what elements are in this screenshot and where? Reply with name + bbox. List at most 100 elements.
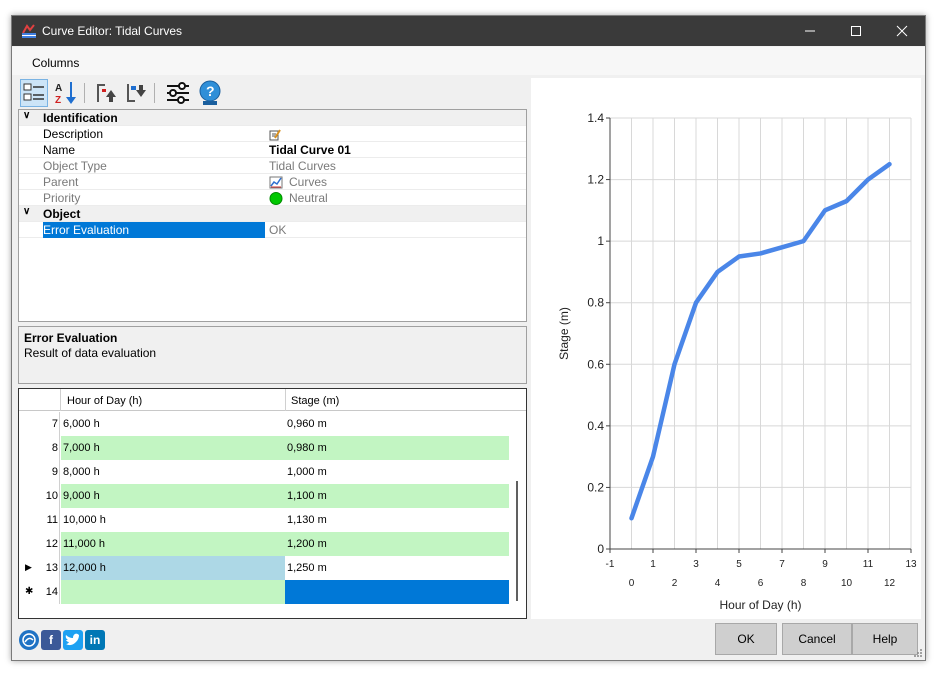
property-row-priority[interactable]: Priority Neutral [19,190,526,206]
table-row-new[interactable]: ✱ 14 [19,580,509,604]
cell-hour[interactable]: 7,000 h [61,436,285,460]
x-tick-label: 3 [693,559,699,570]
title-bar[interactable]: Curve Editor: Tidal Curves [12,16,925,46]
category-label: Identification [43,111,118,125]
maximize-icon [851,26,861,36]
curve-chart-icon [269,176,283,189]
cell-stage[interactable]: 1,200 m [285,532,509,556]
cell-stage[interactable]: 1,000 m [285,460,509,484]
move-down-button[interactable] [122,79,150,107]
category-object[interactable]: ∨ Object [19,206,526,222]
table-row[interactable]: 10 9,000 h 1,100 m [19,484,509,508]
row-header[interactable]: 10 [19,484,60,508]
row-header[interactable]: 12 [19,532,60,556]
row-index: 14 [45,586,58,598]
cell-hour[interactable] [61,580,285,604]
cell-hour[interactable]: 8,000 h [61,460,285,484]
cell-hour[interactable]: 11,000 h [61,532,285,556]
property-description-panel: Error Evaluation Result of data evaluati… [18,326,527,384]
table-row[interactable]: 8 7,000 h 0,980 m [19,436,509,460]
table-row[interactable]: 12 11,000 h 1,200 m [19,532,509,556]
y-tick-label: 0.4 [587,419,604,433]
x-tick-label: 12 [884,578,896,589]
table-row-current[interactable]: ▶ 13 12,000 h 1,250 m [19,556,509,580]
categorized-list-icon [23,83,44,101]
description-title: Error Evaluation [24,331,118,345]
facebook-icon: f [49,633,53,647]
cell-hour[interactable]: 6,000 h [61,412,285,436]
column-header-stage[interactable]: Stage (m) [291,395,339,407]
table-row[interactable]: 9 8,000 h 1,000 m [19,460,509,484]
x-tick-label: 11 [863,559,874,570]
cell-stage[interactable]: 0,980 m [285,436,509,460]
categorized-view-button[interactable] [20,79,48,107]
collapse-chevron-icon[interactable]: ∨ [23,110,30,121]
row-header[interactable]: 9 [19,460,60,484]
property-row-parent[interactable]: Parent Curves [19,174,526,190]
cell-stage[interactable]: 1,100 m [285,484,509,508]
help-topic-button[interactable]: ? [196,79,224,107]
table-scrollbar-thumb[interactable] [516,481,518,601]
curve-editor-app-icon [22,24,36,38]
green-status-circle-icon [269,192,283,206]
cell-hour[interactable]: 10,000 h [61,508,285,532]
category-identification[interactable]: ∨ Identification [19,110,526,126]
property-row-object-type[interactable]: Object Type Tidal Curves [19,158,526,174]
property-row-error-evaluation[interactable]: Error Evaluation OK [19,222,526,238]
linkedin-icon: in [89,633,101,647]
ok-button[interactable]: OK [715,623,777,655]
row-header[interactable]: 8 [19,436,60,460]
table-row[interactable]: 7 6,000 h 0,960 m [19,412,509,436]
cell-hour[interactable]: 9,000 h [61,484,285,508]
curve-editor-window: Curve Editor: Tidal Curves Columns A Z ?… [11,15,926,661]
cell-stage[interactable]: 1,130 m [285,508,509,532]
row-header[interactable]: ✱ 14 [19,580,60,604]
move-up-button[interactable] [92,79,120,107]
property-name: Priority [43,191,81,205]
company-logo-icon[interactable] [19,630,39,650]
property-value[interactable] [269,127,281,141]
priority-value: Neutral [289,191,328,205]
row-header[interactable]: 7 [19,412,60,436]
linkedin-link[interactable]: in [85,630,105,650]
maximize-button[interactable] [833,16,879,46]
collapse-chevron-icon[interactable]: ∨ [23,206,30,217]
minimize-button[interactable] [787,16,833,46]
sliders-icon [167,82,189,104]
close-button[interactable] [879,16,925,46]
y-tick-label: 0.6 [587,357,604,371]
twitter-icon [65,633,81,646]
parent-value: Curves [289,175,328,189]
close-icon [896,25,908,37]
property-value: Neutral [269,191,328,206]
twitter-link[interactable] [63,630,83,650]
x-tick-label: 7 [779,559,785,570]
property-row-description[interactable]: Description [19,126,526,142]
cell-stage[interactable]: 0,960 m [285,412,509,436]
move-up-icon [97,84,116,102]
property-grid: ∨ Identification Description Name Tidal … [18,109,527,322]
column-header-hour[interactable]: Hour of Day (h) [67,395,142,407]
settings-button[interactable] [164,79,192,107]
y-tick-label: 1.4 [587,111,604,125]
toolbar-separator [154,83,155,103]
alphabetical-sort-button[interactable]: A Z [52,79,80,107]
menu-columns[interactable]: Columns [32,56,79,70]
facebook-link[interactable]: f [41,630,61,650]
row-header[interactable]: 11 [19,508,60,532]
property-row-name[interactable]: Name Tidal Curve 01 [19,142,526,158]
cell-stage[interactable] [285,580,509,604]
table-row[interactable]: 11 10,000 h 1,130 m [19,508,509,532]
table-scrollbar[interactable] [513,411,526,618]
cell-hour[interactable]: 12,000 h [61,556,285,580]
cancel-button[interactable]: Cancel [782,623,852,655]
y-tick-label: 0 [597,542,604,556]
property-value: Tidal Curves [269,159,336,173]
sort-az-icon: A Z [55,82,76,106]
row-header[interactable]: ▶ 13 [19,556,60,580]
resize-grip-icon[interactable] [913,648,923,658]
minimize-icon [805,30,815,32]
cell-stage[interactable]: 1,250 m [285,556,509,580]
property-value[interactable]: Tidal Curve 01 [269,143,351,157]
help-button[interactable]: Help [852,623,918,655]
